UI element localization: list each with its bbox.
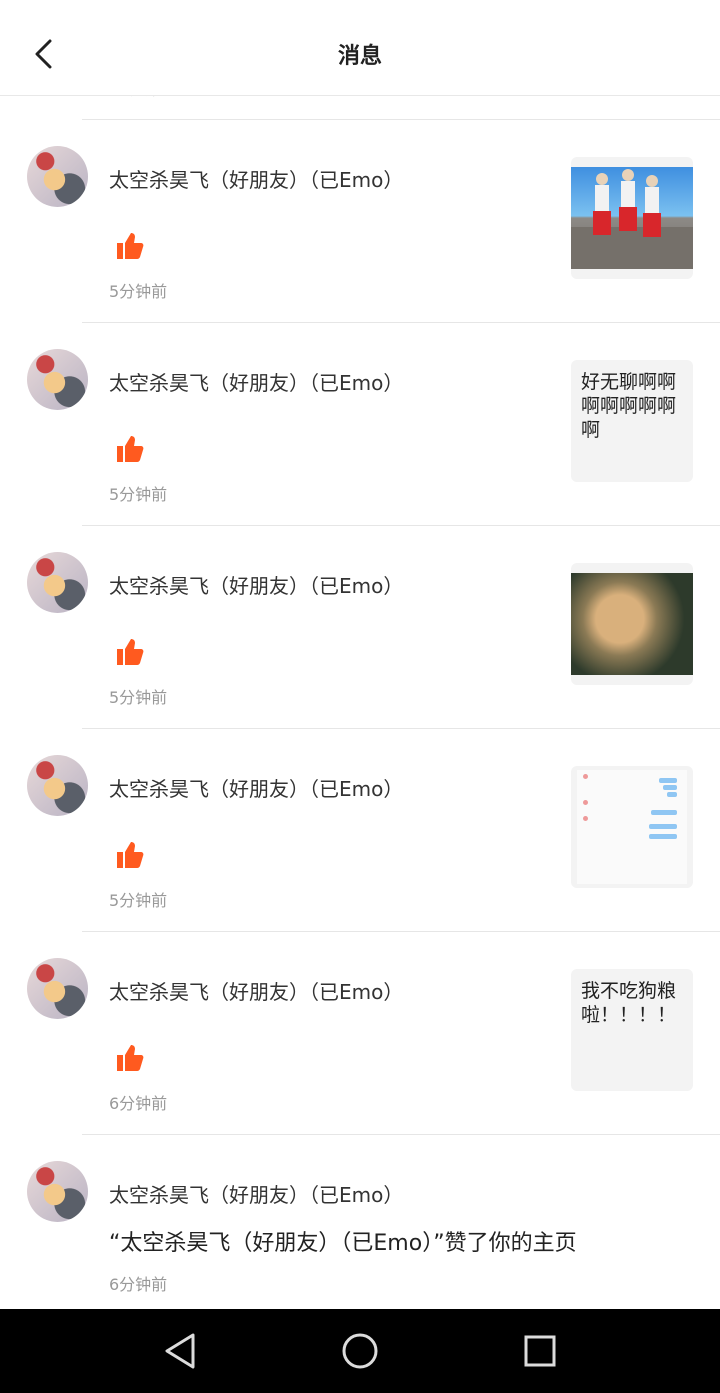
list-item[interactable]: 太空杀昊飞（好朋友）（已Emo） 5分钟前 — [27, 728, 720, 931]
page-title: 消息 — [337, 44, 382, 69]
timestamp: 5分钟前 — [109, 485, 168, 504]
post-text-preview[interactable]: 我不吃狗粮啦！！！！ — [571, 969, 693, 1091]
post-text: 我不吃狗粮啦！！！！ — [581, 980, 677, 1026]
thumbs-up-icon — [117, 842, 144, 868]
nav-back-button[interactable] — [158, 1329, 202, 1373]
user-name[interactable]: 太空杀昊飞（好朋友）（已Emo） — [109, 773, 403, 802]
nav-home-button[interactable] — [338, 1329, 382, 1373]
user-name[interactable]: 太空杀昊飞（好朋友）（已Emo） — [109, 976, 403, 1005]
message-list: 太空杀昊飞（好朋友）（已Emo） 5分钟前 太空杀昊飞（好朋友）（已Emo） 5… — [0, 95, 720, 1310]
timestamp: 6分钟前 — [109, 1275, 168, 1294]
post-text: 好无聊啊啊啊啊啊啊啊啊 — [581, 371, 677, 441]
avatar[interactable] — [27, 552, 88, 613]
timestamp: 5分钟前 — [109, 688, 168, 707]
thumbs-up-icon — [117, 436, 144, 462]
thumbs-up-icon — [117, 1045, 144, 1071]
thumbs-up-icon — [117, 639, 144, 665]
system-nav-bar — [0, 1309, 720, 1393]
chat-screenshot-image[interactable] — [571, 766, 693, 888]
list-item[interactable]: 太空杀昊飞（好朋友）（已Emo） 6分钟前 我不吃狗粮啦！！！！ — [27, 931, 720, 1134]
list-item[interactable]: 太空杀昊飞（好朋友）（已Emo） “太空杀昊飞（好朋友）（已Emo）”赞了你的主… — [27, 1134, 720, 1310]
avatar[interactable] — [27, 349, 88, 410]
list-item[interactable]: 太空杀昊飞（好朋友）（已Emo） 5分钟前 好无聊啊啊啊啊啊啊啊啊 — [27, 322, 720, 525]
avatar[interactable] — [27, 958, 88, 1019]
user-name[interactable]: 太空杀昊飞（好朋友）（已Emo） — [109, 164, 403, 193]
avatar[interactable] — [27, 146, 88, 207]
homepage-like-text: “太空杀昊飞（好朋友）（已Emo）”赞了你的主页 — [109, 1231, 577, 1256]
list-item[interactable]: 太空杀昊飞（好朋友）（已Emo） 5分钟前 — [27, 119, 720, 322]
user-name[interactable]: 太空杀昊飞（好朋友）（已Emo） — [109, 367, 403, 396]
top-bar: 消息 — [0, 0, 720, 96]
timestamp: 5分钟前 — [109, 891, 168, 910]
post-text-preview[interactable]: 好无聊啊啊啊啊啊啊啊啊 — [571, 360, 693, 482]
timestamp: 5分钟前 — [109, 282, 168, 301]
circle-home-icon — [342, 1333, 378, 1369]
avatar[interactable] — [27, 755, 88, 816]
list-item[interactable]: 太空杀昊飞（好朋友）（已Emo） 5分钟前 — [27, 525, 720, 728]
user-name[interactable]: 太空杀昊飞（好朋友）（已Emo） — [109, 1179, 403, 1208]
avatar[interactable] — [27, 1161, 88, 1222]
timestamp: 6分钟前 — [109, 1094, 168, 1113]
thumbs-up-icon — [117, 233, 144, 259]
user-name[interactable]: 太空杀昊飞（好朋友）（已Emo） — [109, 570, 403, 599]
face-closeup-image[interactable] — [571, 563, 693, 685]
nav-recents-button[interactable] — [518, 1329, 562, 1373]
dancing-characters-image[interactable] — [571, 157, 693, 279]
triangle-back-icon — [165, 1333, 195, 1369]
square-recents-icon — [524, 1335, 556, 1367]
